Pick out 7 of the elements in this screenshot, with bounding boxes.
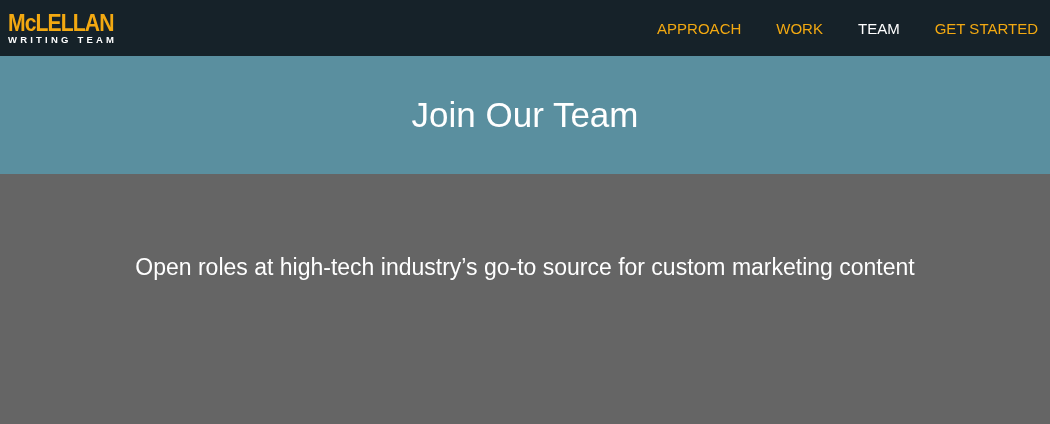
nav-link[interactable]: GET STARTED (934, 19, 1038, 37)
nav-link[interactable]: APPROACH (657, 19, 742, 37)
nav-link[interactable]: TEAM (857, 19, 900, 37)
logo[interactable]: McLELLAN WRITING TEAM (8, 10, 123, 46)
intro-text: Open roles at high-tech industry’s go-to source for custom marketing content (135, 254, 915, 281)
nav-link[interactable]: WORK (776, 19, 823, 37)
page-title: Join Our Team (411, 95, 639, 135)
